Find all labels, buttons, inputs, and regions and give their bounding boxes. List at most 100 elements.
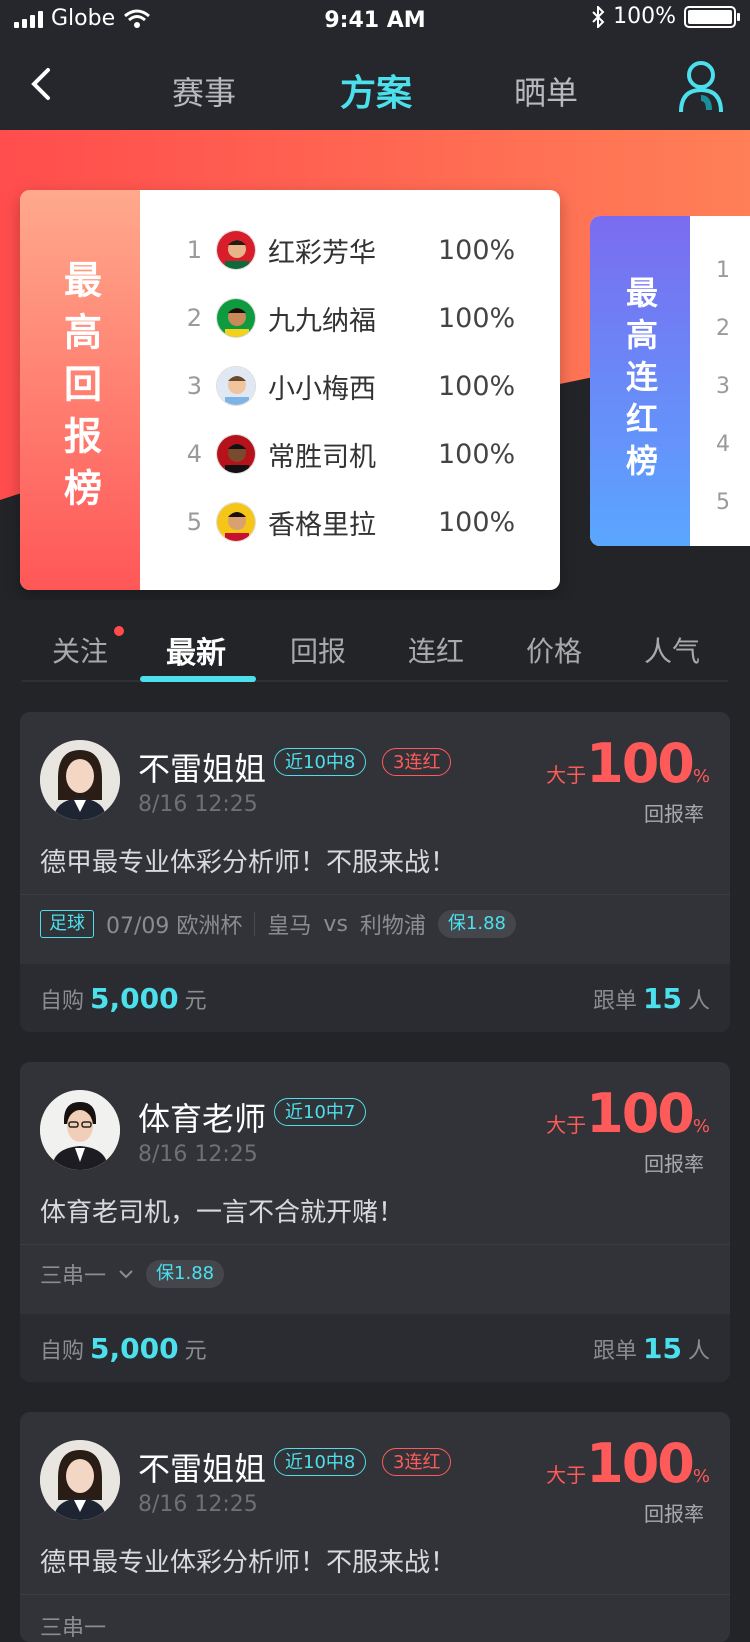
active-tab-indicator [140, 676, 256, 682]
top-return-leaderboard[interactable]: 最高回报榜 1 红彩芳华 100% 2 九九纳福 100% 3 小小梅西 100… [20, 190, 560, 590]
rank-number: 5 [716, 490, 730, 515]
user-name: 常胜司机 [268, 441, 376, 473]
plan-card[interactable]: 不雷姐姐 近10中8 3连红 8/16 12:25 大于100% 回报率 德甲最… [20, 712, 730, 1032]
filter-tabs: 关注 最新 回报 连红 价格 人气 [0, 600, 750, 684]
self-purchase-label: 自购 [40, 1339, 85, 1364]
avatar [40, 1440, 120, 1520]
divider [20, 1594, 730, 1595]
return-label: 回报率 [644, 1152, 704, 1176]
avatar [216, 230, 256, 270]
guarantee-tag: 保1.88 [437, 910, 516, 938]
user-name: 红彩芳华 [268, 237, 376, 269]
leaderboard-label-panel: 最高连红榜 [590, 216, 690, 546]
combo-type: 三串一 [40, 1264, 107, 1289]
ranking-banner: 最高回报榜 1 红彩芳华 100% 2 九九纳福 100% 3 小小梅西 100… [0, 130, 750, 600]
card-footer: 自购 5,000 元 跟单 15 人 [20, 1314, 730, 1382]
divider [20, 1244, 730, 1245]
streak-badge: 3连红 [382, 1448, 452, 1476]
plan-card[interactable]: 体育老师 近10中7 8/16 12:25 大于100% 回报率 体育老司机，一… [20, 1062, 730, 1382]
follow-label: 跟单 [593, 1339, 638, 1364]
return-prefix: 大于 [546, 1113, 587, 1137]
leaderboard-row[interactable]: 5 香格里拉 100% [140, 492, 560, 552]
leaderboard-row[interactable]: 1 红彩芳华 100% [140, 220, 560, 280]
plan-description: 德甲最专业体彩分析师！不服来战！ [40, 848, 457, 878]
rank-number: 2 [186, 304, 202, 332]
user-name: 香格里拉 [268, 509, 376, 541]
match-info: 足球 07/09 欧洲杯 皇马 vs 利物浦 保1.88 [40, 908, 516, 940]
avatar [40, 1090, 120, 1170]
self-purchase: 自购 5,000 元 [40, 982, 207, 1015]
self-purchase-label: 自购 [40, 989, 85, 1014]
post-time: 8/16 12:25 [138, 1492, 258, 1517]
hit-rate-badge: 近10中8 [274, 1448, 367, 1476]
top-nav: 赛事 方案 晒单 [0, 40, 750, 130]
return-rate: 大于100% [546, 1082, 710, 1145]
avatar [216, 502, 256, 542]
return-rate: 100% [438, 506, 516, 538]
guarantee-tag: 保1.88 [146, 1260, 225, 1288]
tab-showcase[interactable]: 晒单 [514, 68, 578, 114]
back-arrow-icon[interactable] [22, 64, 62, 104]
return-prefix: 大于 [546, 763, 587, 787]
leaderboard-row[interactable]: 4 常胜司机 100% [140, 424, 560, 484]
top-streak-leaderboard[interactable]: 最高连红榜 1 2 3 4 5 [590, 216, 750, 546]
plan-description: 德甲最专业体彩分析师！不服来战！ [40, 1548, 457, 1578]
card-footer: 自购 5,000 元 跟单 15 人 [20, 964, 730, 1032]
home-team: 皇马 [267, 914, 312, 939]
vs-label: vs [323, 911, 348, 937]
return-prefix: 大于 [546, 1463, 587, 1487]
return-rate: 100% [438, 302, 516, 334]
rank-number: 1 [716, 258, 730, 283]
user-profile-icon[interactable] [678, 58, 724, 114]
return-unit: % [692, 1116, 710, 1137]
return-value: 100 [586, 1082, 695, 1145]
chevron-down-icon [119, 1270, 133, 1279]
rank-number: 2 [716, 316, 730, 341]
author-name: 不雷姐姐 [138, 1450, 267, 1488]
leaderboard-title: 最高回报榜 [57, 260, 102, 520]
tab-events[interactable]: 赛事 [172, 68, 236, 114]
bluetooth-icon [592, 5, 605, 28]
tab-return[interactable]: 回报 [290, 630, 346, 670]
away-team: 利物浦 [359, 914, 426, 939]
divider [20, 894, 730, 895]
avatar [216, 434, 256, 474]
follow-label: 跟单 [593, 989, 638, 1014]
follow-number: 15 [643, 1332, 682, 1365]
tab-price[interactable]: 价格 [526, 630, 582, 670]
currency-unit: 元 [184, 1339, 207, 1364]
tab-plans[interactable]: 方案 [340, 64, 412, 116]
tab-latest[interactable]: 最新 [166, 628, 226, 672]
rank-number: 4 [716, 432, 730, 457]
return-rate: 100% [438, 234, 516, 266]
return-value: 100 [586, 1432, 695, 1495]
leaderboard-label-panel: 最高回报榜 [20, 190, 140, 590]
leaderboard-row[interactable]: 2 九九纳福 100% [140, 288, 560, 348]
self-purchase-amount: 5,000 [90, 1332, 179, 1365]
author-name: 体育老师 [138, 1100, 267, 1138]
rank-number: 5 [186, 508, 202, 536]
post-time: 8/16 12:25 [138, 1142, 258, 1167]
leaderboard-row[interactable]: 3 小小梅西 100% [140, 356, 560, 416]
currency-unit: 元 [184, 989, 207, 1014]
leaderboard-title: 最高连红榜 [621, 276, 659, 486]
separator [254, 912, 256, 936]
return-unit: % [692, 1466, 710, 1487]
avatar [40, 740, 120, 820]
plan-card[interactable]: 不雷姐姐 近10中8 3连红 8/16 12:25 大于100% 回报率 德甲最… [20, 1412, 730, 1642]
follow-number: 15 [643, 982, 682, 1015]
return-rate: 100% [438, 370, 516, 402]
post-time: 8/16 12:25 [138, 792, 258, 817]
author-name: 不雷姐姐 [138, 750, 267, 788]
return-unit: % [692, 766, 710, 787]
self-purchase: 自购 5,000 元 [40, 1332, 207, 1365]
combo-info[interactable]: 三串一 保1.88 [40, 1258, 225, 1290]
match-date: 07/09 欧洲杯 [106, 914, 243, 939]
follow-count: 跟单 15 人 [593, 982, 710, 1015]
tab-popularity[interactable]: 人气 [644, 630, 700, 670]
tab-follow[interactable]: 关注 [52, 630, 108, 670]
tab-streak[interactable]: 连红 [408, 630, 464, 670]
combo-type: 三串一 [40, 1616, 107, 1641]
combo-info[interactable]: 三串一 [40, 1610, 106, 1642]
return-label: 回报率 [644, 802, 704, 826]
